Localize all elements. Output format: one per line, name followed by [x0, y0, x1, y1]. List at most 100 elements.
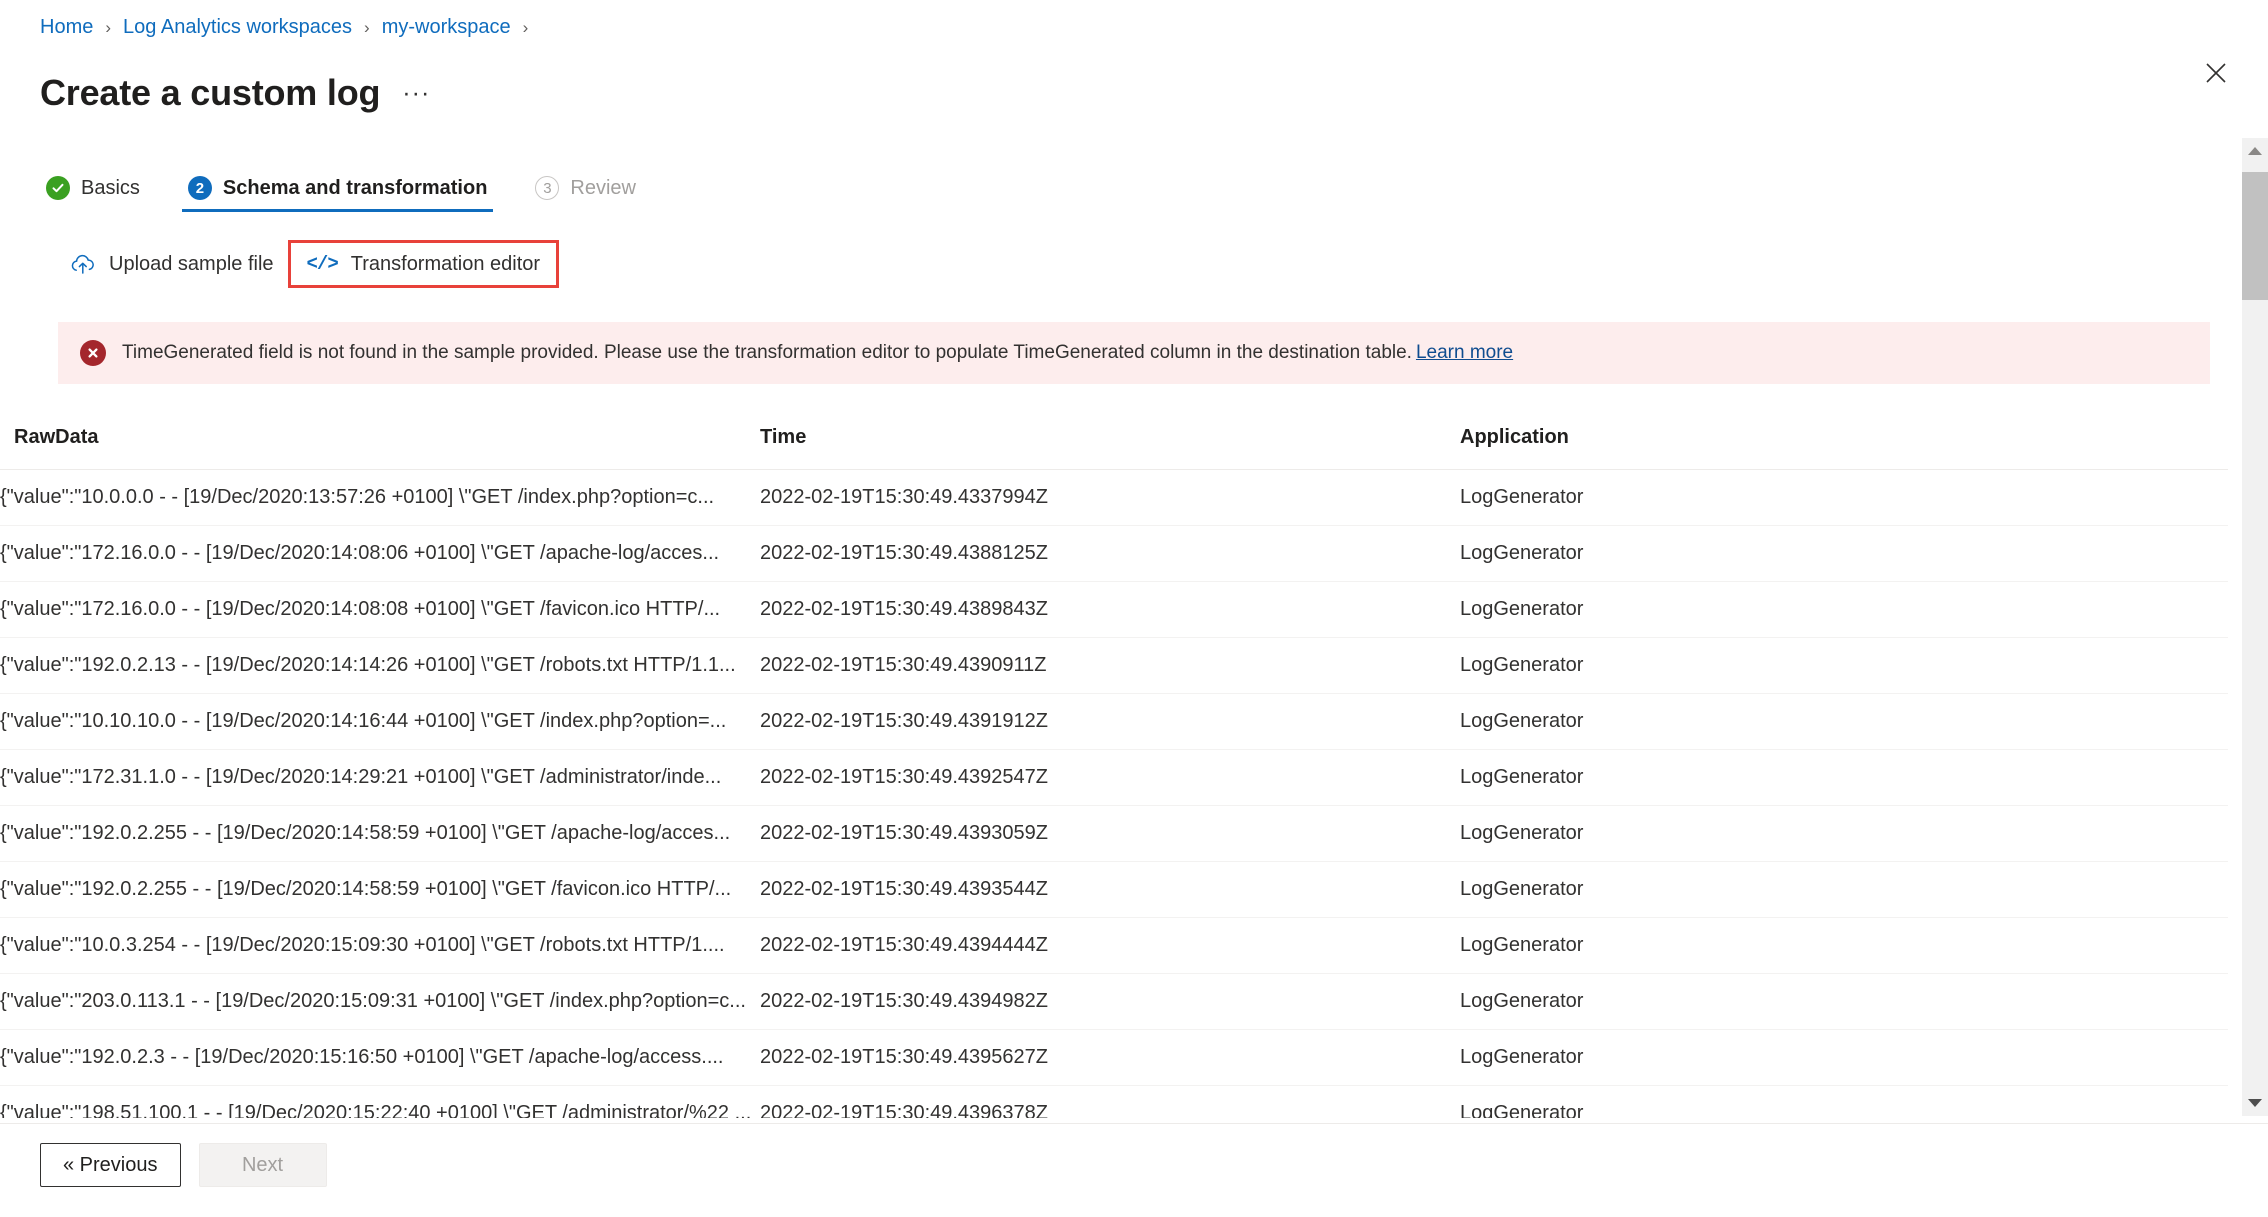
previous-button[interactable]: « Previous [40, 1143, 181, 1187]
cell-time: 2022-02-19T15:30:49.4392547Z [760, 750, 1460, 806]
error-banner-message: TimeGenerated field is not found in the … [122, 340, 1513, 366]
cloud-upload-icon [70, 254, 96, 274]
cell-time: 2022-02-19T15:30:49.4394444Z [760, 918, 1460, 974]
error-circle-icon [80, 340, 106, 366]
cell-time: 2022-02-19T15:30:49.4391912Z [760, 694, 1460, 750]
table-row[interactable]: {"value":"10.10.10.0 - - [19/Dec/2020:14… [0, 694, 2228, 750]
table-row[interactable]: {"value":"172.31.1.0 - - [19/Dec/2020:14… [0, 750, 2228, 806]
cell-time: 2022-02-19T15:30:49.4393544Z [760, 862, 1460, 918]
wizard-footer: « Previous Next [40, 1143, 345, 1187]
table-row[interactable]: {"value":"198.51.100.1 - - [19/Dec/2020:… [0, 1086, 2228, 1119]
cell-application: LogGenerator [1460, 974, 2228, 1030]
cell-application: LogGenerator [1460, 526, 2228, 582]
table-header-row: RawData Time Application [0, 418, 2228, 470]
cell-application: LogGenerator [1460, 750, 2228, 806]
transformation-editor-label: Transformation editor [351, 253, 540, 276]
cell-application: LogGenerator [1460, 582, 2228, 638]
table-row[interactable]: {"value":"10.0.0.0 - - [19/Dec/2020:13:5… [0, 470, 2228, 526]
cell-time: 2022-02-19T15:30:49.4395627Z [760, 1030, 1460, 1086]
cell-application: LogGenerator [1460, 1086, 2228, 1119]
wizard-step-label-review: Review [570, 177, 636, 200]
step-number-badge: 2 [188, 176, 212, 200]
cell-application: LogGenerator [1460, 862, 2228, 918]
upload-sample-file-button[interactable]: Upload sample file [56, 240, 288, 288]
table-header: RawData Time Application [0, 418, 2228, 470]
command-bar: Upload sample file </> Transformation ed… [56, 240, 559, 288]
column-header-application[interactable]: Application [1460, 418, 2228, 470]
wizard-step-review: 3 Review [529, 176, 642, 212]
page-header: Create a custom log ··· [40, 48, 430, 138]
close-icon [2206, 63, 2226, 83]
cell-rawdata: {"value":"198.51.100.1 - - [19/Dec/2020:… [0, 1086, 760, 1119]
close-button[interactable] [2199, 56, 2233, 90]
table-row[interactable]: {"value":"172.16.0.0 - - [19/Dec/2020:14… [0, 582, 2228, 638]
cell-application: LogGenerator [1460, 1030, 2228, 1086]
wizard-step-label-schema-and-transformation: Schema and transformation [223, 177, 488, 200]
sample-data-table-container: RawData Time Application {"value":"10.0.… [0, 418, 2228, 1118]
breadcrumb-separator-icon: › [523, 19, 529, 36]
error-banner: TimeGenerated field is not found in the … [58, 322, 2210, 384]
wizard-step-label-basics: Basics [81, 177, 140, 200]
wizard-steps: Basics 2 Schema and transformation 3 Rev… [40, 176, 678, 220]
cell-application: LogGenerator [1460, 918, 2228, 974]
cell-rawdata: {"value":"172.31.1.0 - - [19/Dec/2020:14… [0, 750, 760, 806]
cell-rawdata: {"value":"172.16.0.0 - - [19/Dec/2020:14… [0, 582, 760, 638]
column-header-time[interactable]: Time [760, 418, 1460, 470]
active-tab-underline [182, 209, 494, 212]
cell-rawdata: {"value":"192.0.2.255 - - [19/Dec/2020:1… [0, 806, 760, 862]
table-row[interactable]: {"value":"192.0.2.255 - - [19/Dec/2020:1… [0, 862, 2228, 918]
scroll-down-arrow-icon[interactable] [2242, 1090, 2268, 1116]
table-body: {"value":"10.0.0.0 - - [19/Dec/2020:13:5… [0, 470, 2228, 1119]
cell-rawdata: {"value":"192.0.2.255 - - [19/Dec/2020:1… [0, 862, 760, 918]
cell-application: LogGenerator [1460, 694, 2228, 750]
code-brackets-icon: </> [307, 253, 338, 275]
cell-time: 2022-02-19T15:30:49.4396378Z [760, 1086, 1460, 1119]
step-number-badge: 3 [535, 176, 559, 200]
column-header-rawdata[interactable]: RawData [0, 418, 760, 470]
table-row[interactable]: {"value":"10.0.3.254 - - [19/Dec/2020:15… [0, 918, 2228, 974]
breadcrumb-separator-icon: › [105, 19, 111, 36]
breadcrumb-item-home[interactable]: Home [40, 16, 93, 39]
scroll-up-arrow-icon[interactable] [2242, 138, 2268, 164]
transformation-editor-button[interactable]: </> Transformation editor [307, 240, 541, 288]
wizard-step-basics[interactable]: Basics [40, 176, 146, 212]
check-circle-icon [46, 176, 70, 200]
cell-time: 2022-02-19T15:30:49.4388125Z [760, 526, 1460, 582]
transformation-editor-highlight: </> Transformation editor [288, 240, 560, 288]
cell-application: LogGenerator [1460, 806, 2228, 862]
page-title: Create a custom log [40, 72, 380, 114]
breadcrumb-separator-icon: › [364, 19, 370, 36]
cell-time: 2022-02-19T15:30:49.4390911Z [760, 638, 1460, 694]
cell-time: 2022-02-19T15:30:49.4393059Z [760, 806, 1460, 862]
breadcrumb-item-my-workspace[interactable]: my-workspace [382, 16, 511, 39]
table-row[interactable]: {"value":"203.0.113.1 - - [19/Dec/2020:1… [0, 974, 2228, 1030]
table-row[interactable]: {"value":"192.0.2.13 - - [19/Dec/2020:14… [0, 638, 2228, 694]
upload-sample-file-label: Upload sample file [109, 253, 274, 276]
error-banner-text: TimeGenerated field is not found in the … [122, 342, 1412, 363]
vertical-scrollbar[interactable] [2242, 138, 2268, 1116]
sample-data-table: RawData Time Application {"value":"10.0.… [0, 418, 2228, 1118]
cell-rawdata: {"value":"203.0.113.1 - - [19/Dec/2020:1… [0, 974, 760, 1030]
scrollbar-thumb[interactable] [2242, 172, 2268, 300]
table-row[interactable]: {"value":"192.0.2.3 - - [19/Dec/2020:15:… [0, 1030, 2228, 1086]
table-row[interactable]: {"value":"172.16.0.0 - - [19/Dec/2020:14… [0, 526, 2228, 582]
cell-application: LogGenerator [1460, 470, 2228, 526]
wizard-step-schema-and-transformation[interactable]: 2 Schema and transformation [182, 176, 494, 212]
cell-time: 2022-02-19T15:30:49.4337994Z [760, 470, 1460, 526]
breadcrumb-item-log-analytics-workspaces[interactable]: Log Analytics workspaces [123, 16, 352, 39]
footer-divider [0, 1123, 2268, 1124]
breadcrumb: Home › Log Analytics workspaces › my-wor… [40, 14, 540, 40]
create-custom-log-blade: Home › Log Analytics workspaces › my-wor… [0, 0, 2268, 1217]
learn-more-link[interactable]: Learn more [1416, 342, 1513, 363]
cell-rawdata: {"value":"192.0.2.13 - - [19/Dec/2020:14… [0, 638, 760, 694]
cell-rawdata: {"value":"192.0.2.3 - - [19/Dec/2020:15:… [0, 1030, 760, 1086]
cell-rawdata: {"value":"10.0.0.0 - - [19/Dec/2020:13:5… [0, 470, 760, 526]
cell-time: 2022-02-19T15:30:49.4394982Z [760, 974, 1460, 1030]
table-row[interactable]: {"value":"192.0.2.255 - - [19/Dec/2020:1… [0, 806, 2228, 862]
next-button: Next [199, 1143, 327, 1187]
cell-rawdata: {"value":"10.0.3.254 - - [19/Dec/2020:15… [0, 918, 760, 974]
cell-rawdata: {"value":"10.10.10.0 - - [19/Dec/2020:14… [0, 694, 760, 750]
cell-time: 2022-02-19T15:30:49.4389843Z [760, 582, 1460, 638]
more-options-button[interactable]: ··· [402, 79, 430, 108]
cell-application: LogGenerator [1460, 638, 2228, 694]
